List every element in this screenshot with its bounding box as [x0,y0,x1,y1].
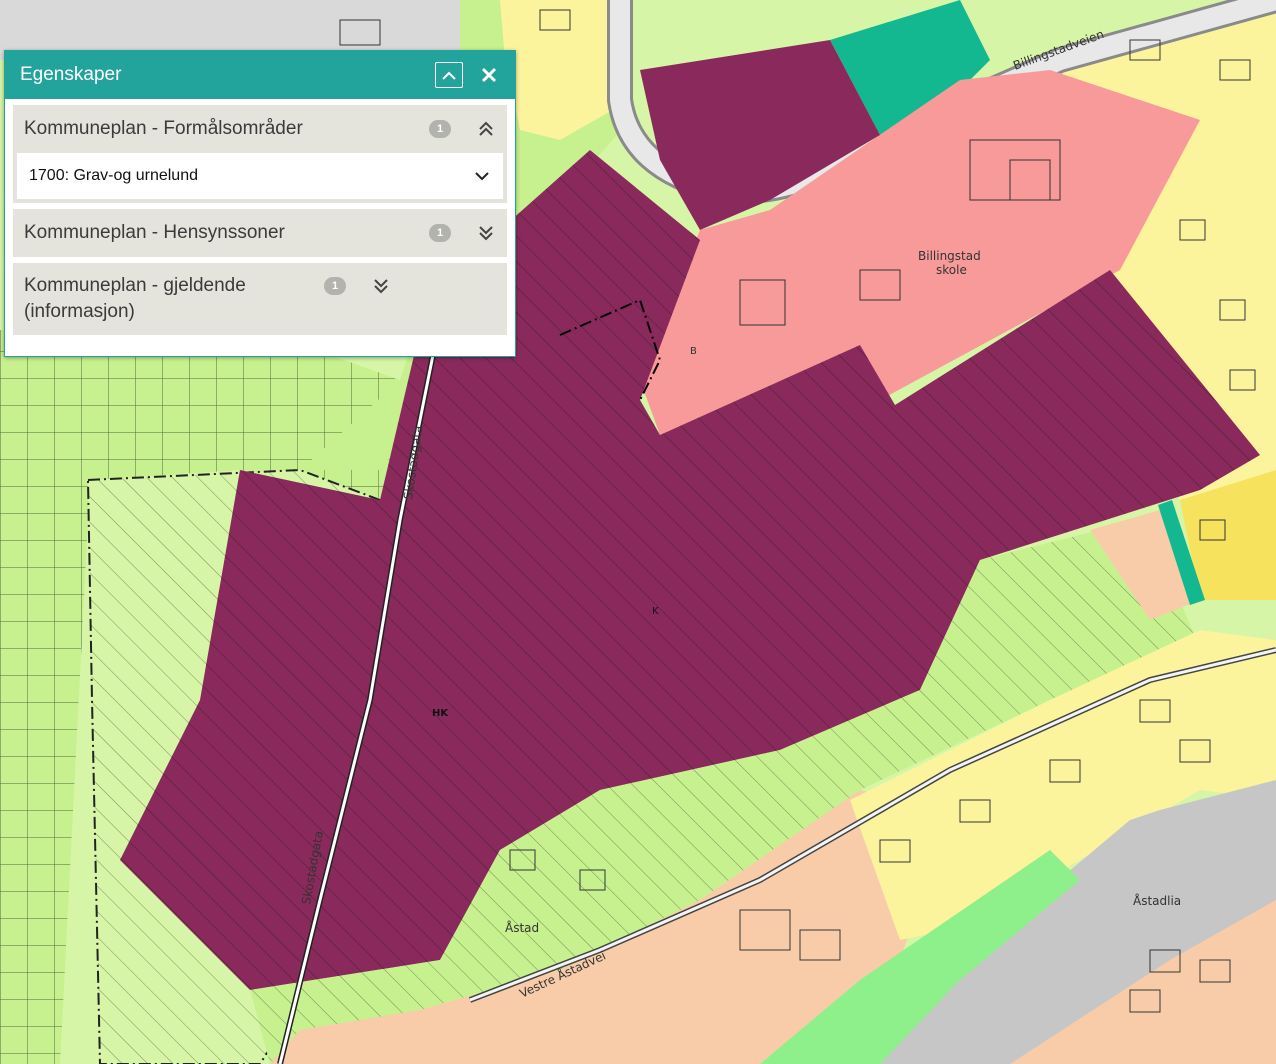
label-code-b: B [690,346,697,357]
close-icon[interactable] [475,62,503,88]
count-badge: 1 [429,224,451,242]
section-hensynssoner[interactable]: Kommuneplan - Hensynssoner 1 [13,209,507,257]
chevron-double-up-icon[interactable] [477,120,495,138]
chevron-double-down-icon[interactable] [372,277,390,295]
section-label: Kommuneplan - Hensynssoner [24,222,285,243]
properties-panel: Egenskaper Kommuneplan - Formålsområder … [4,50,516,357]
label-code-k: K [652,606,659,617]
panel-header: Egenskaper [5,51,515,99]
chevron-up-icon[interactable] [435,62,463,88]
section-gjeldende[interactable]: Kommuneplan - gjeldende (informasjon) 1 [13,263,507,335]
panel-title: Egenskaper [20,64,122,85]
item-label: 1700: Grav-og urnelund [29,167,198,184]
item-grav-og-urnelund[interactable]: 1700: Grav-og urnelund [13,153,507,203]
label-astad: Åstad [505,920,539,935]
count-badge: 1 [429,120,451,138]
label-astadlia: Åstadlia [1133,893,1181,908]
label-school-line1: Billingstad [918,249,981,263]
label-school-line2: skole [936,263,967,277]
label-code-hk: HK [432,708,449,719]
section-label: Kommuneplan - Formålsområder [24,118,303,139]
chevron-down-icon[interactable] [473,167,491,185]
section-label: Kommuneplan - gjeldende (informasjon) [24,275,246,322]
section-formalsomrader[interactable]: Kommuneplan - Formålsområder 1 [13,105,507,153]
count-badge: 1 [324,277,346,295]
chevron-double-down-icon[interactable] [477,224,495,242]
